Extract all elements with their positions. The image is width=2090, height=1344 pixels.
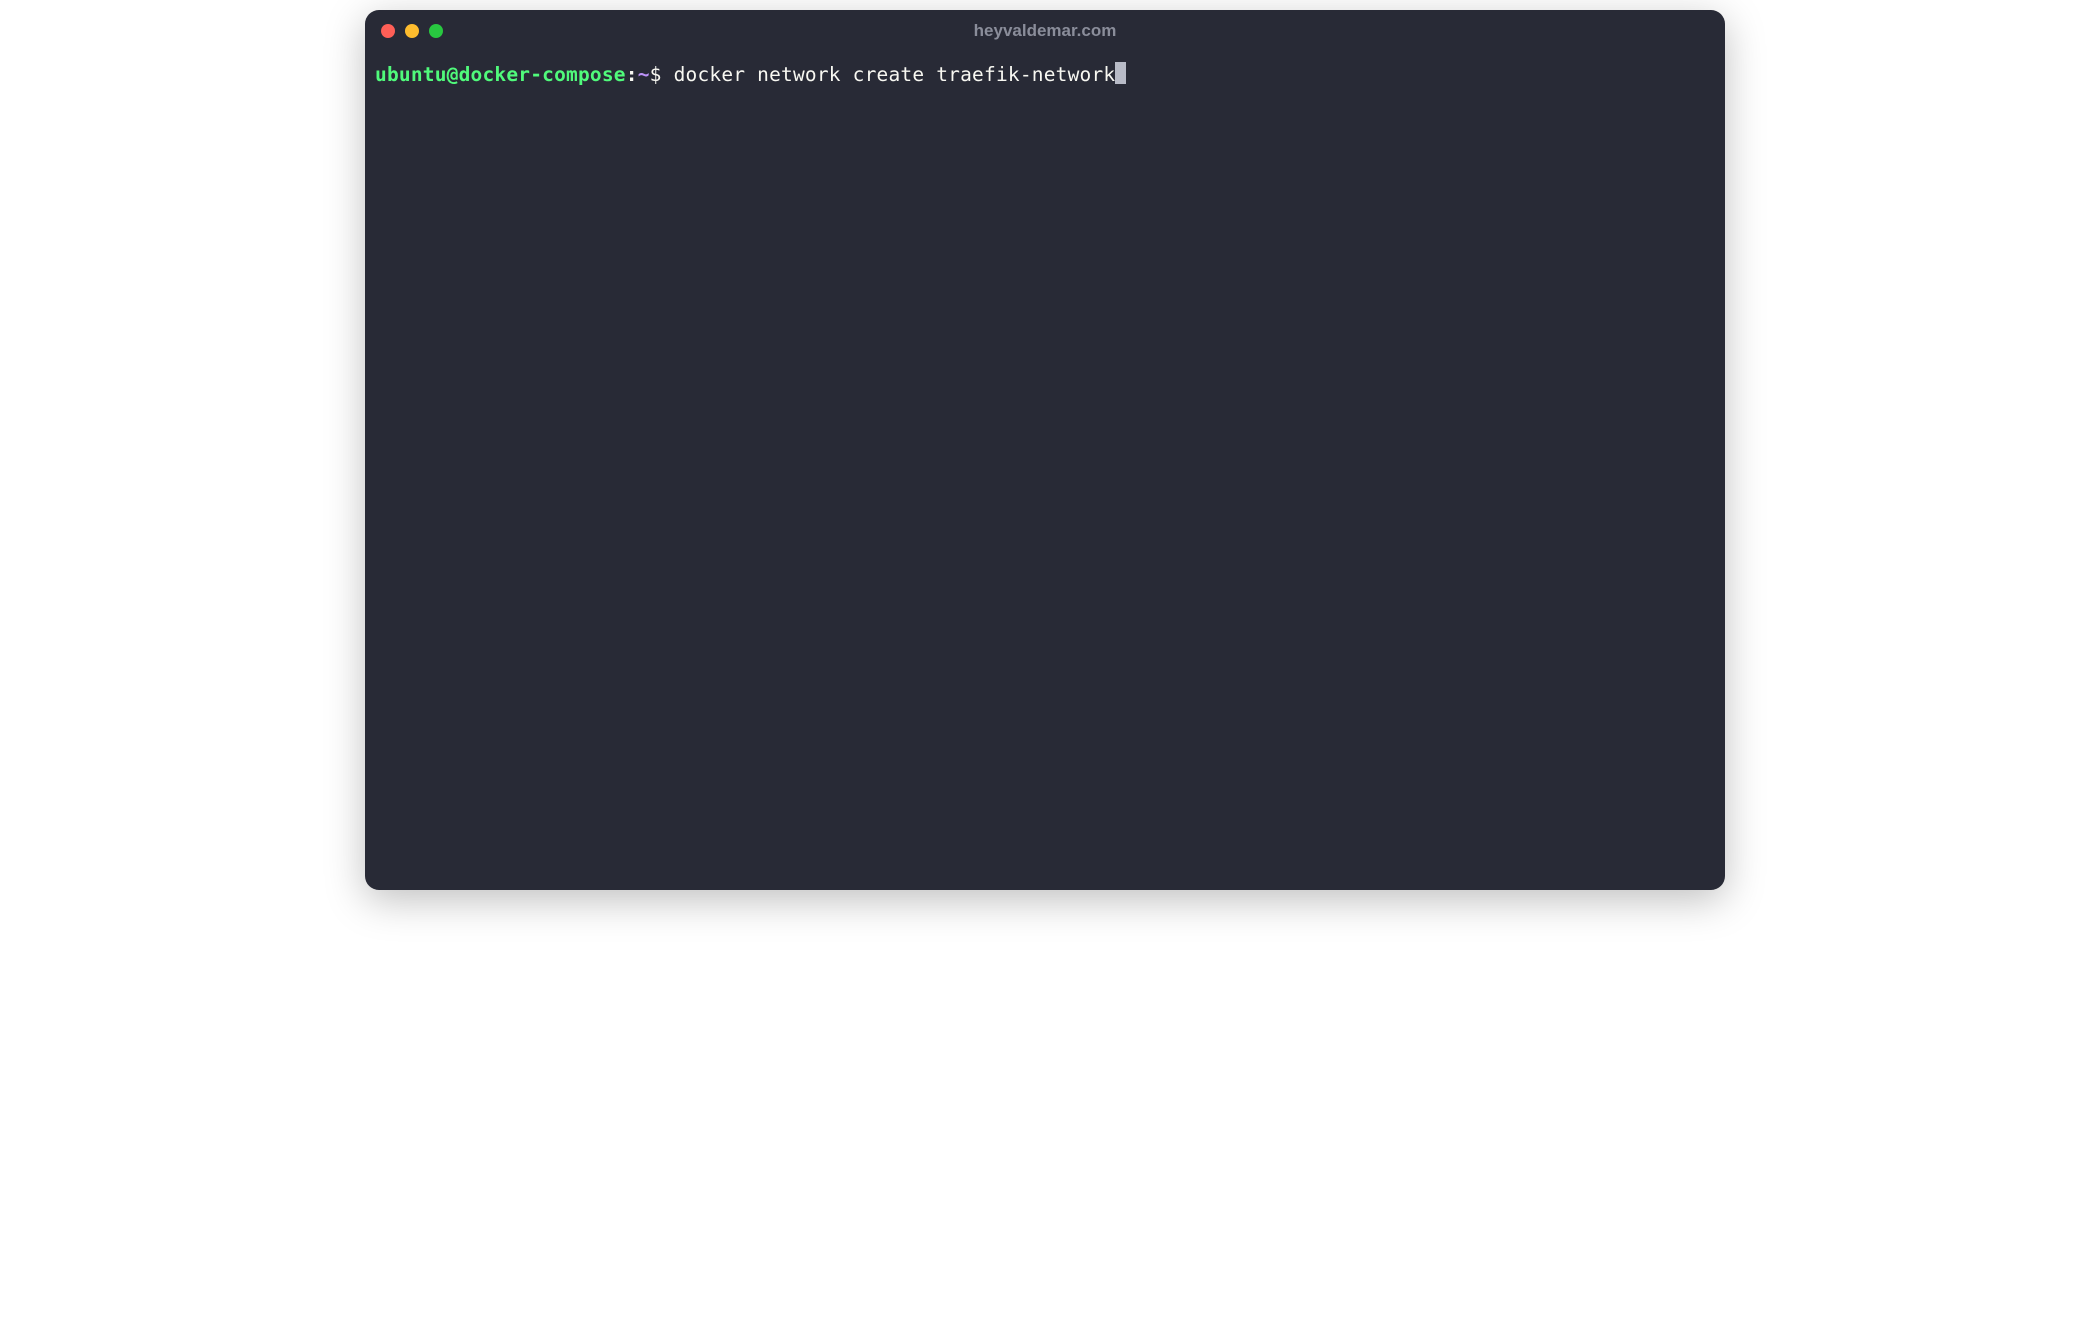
titlebar: heyvaldemar.com	[365, 10, 1725, 52]
window-title: heyvaldemar.com	[974, 21, 1117, 41]
prompt-user-host: ubuntu@docker-compose	[375, 62, 626, 88]
prompt-line: ubuntu@docker-compose:~$ docker network …	[375, 62, 1715, 88]
prompt-separator: :	[626, 62, 638, 88]
maximize-icon[interactable]	[429, 24, 443, 38]
minimize-icon[interactable]	[405, 24, 419, 38]
terminal-window: heyvaldemar.com ubuntu@docker-compose:~$…	[365, 10, 1725, 890]
close-icon[interactable]	[381, 24, 395, 38]
command-text: docker network create traefik-network	[662, 62, 1116, 88]
command-input[interactable]: docker network create traefik-network	[674, 63, 1116, 86]
prompt-cwd: ~	[638, 62, 650, 88]
traffic-lights	[381, 24, 443, 38]
cursor-icon	[1115, 62, 1126, 84]
terminal-body[interactable]: ubuntu@docker-compose:~$ docker network …	[365, 52, 1725, 890]
prompt-symbol: $	[650, 62, 662, 88]
